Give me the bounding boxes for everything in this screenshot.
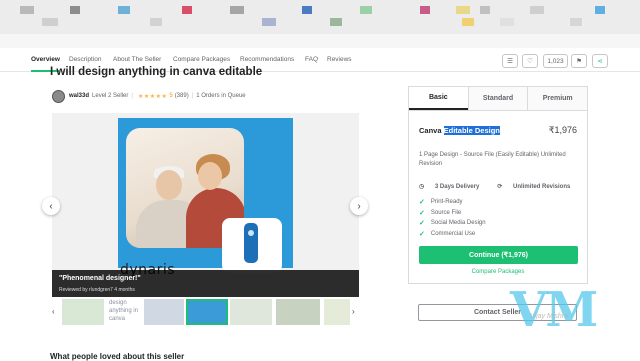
- avatar[interactable]: [52, 89, 65, 103]
- continue-button[interactable]: Continue (₹1,976): [419, 246, 578, 264]
- thumbs-next-icon[interactable]: ›: [352, 307, 355, 316]
- package-price: ₹1,976: [548, 125, 577, 135]
- check-icon: ✓: [419, 199, 425, 207]
- chevron-left-icon: ‹: [49, 200, 53, 212]
- like-count: 1,023: [543, 54, 568, 68]
- tab-basic[interactable]: Basic: [409, 87, 468, 110]
- list-item: ✓ Commercial Use: [419, 230, 476, 238]
- thumbnail[interactable]: [144, 299, 184, 325]
- feature-list: ✓ Print-Ready ✓ Source File ✓ Social Media …: [419, 197, 486, 239]
- gallery-slide-image: [118, 118, 293, 273]
- star-rating-icon: ★★★★★: [137, 93, 168, 100]
- gallery-thumbnails: ‹ design anything in canva ›: [52, 299, 359, 325]
- heart-icon: ♡: [527, 58, 533, 65]
- tab-about-seller[interactable]: About The Seller: [113, 56, 161, 63]
- thumbnail[interactable]: [324, 299, 350, 325]
- review-quote: "Phenomenal designer!": [59, 275, 141, 282]
- tab-recommendations[interactable]: Recommendations: [240, 56, 294, 63]
- watermark-logo: VM: [510, 282, 598, 338]
- tab-reviews[interactable]: Reviews: [327, 56, 352, 63]
- tab-compare-packages[interactable]: Compare Packages: [173, 56, 230, 63]
- seller-name[interactable]: wal33d: [69, 93, 89, 99]
- thumbnail[interactable]: [62, 299, 104, 325]
- tab-faq[interactable]: FAQ: [305, 56, 318, 63]
- review-byline: Reviewed by rlundgren7 4 months: [59, 287, 135, 293]
- blurred-strip: [0, 34, 640, 48]
- check-icon: ✓: [419, 230, 425, 238]
- package-name: Canva Editable Design: [419, 126, 500, 135]
- gallery-next-button[interactable]: ›: [350, 197, 368, 215]
- thumbnail[interactable]: [230, 299, 272, 325]
- gallery-prev-button[interactable]: ‹: [42, 197, 60, 215]
- refresh-icon: ⟳: [497, 184, 503, 190]
- flag-button[interactable]: ⚑: [571, 54, 587, 68]
- gig-title: I will design anything in canva editable: [50, 66, 263, 78]
- thumbnail-broken[interactable]: design anything in canva: [107, 299, 149, 325]
- share-icon: ⋖: [597, 58, 603, 65]
- blurred-header: [0, 0, 640, 34]
- thumbnail[interactable]: [276, 299, 320, 325]
- review-overlay: "Phenomenal designer!" Reviewed by rlund…: [52, 270, 359, 297]
- tab-overview[interactable]: Overview: [31, 56, 60, 63]
- package-panel: Basic Standard Premium Canva Editable De…: [408, 86, 588, 284]
- list-item: ✓ Print-Ready: [419, 199, 463, 207]
- thumbs-prev-icon[interactable]: ‹: [52, 307, 55, 316]
- device-image: [222, 218, 282, 273]
- seller-overview: wal33d Level 2 Seller | ★★★★★ 5 (389) | …: [52, 89, 246, 103]
- orders-in-queue: 1 Orders in Queue: [196, 93, 246, 99]
- like-button[interactable]: ♡: [522, 54, 538, 68]
- watermark-text: Vijay Mishra: [530, 313, 568, 320]
- check-icon: ✓: [419, 220, 425, 228]
- list-icon: ☰: [507, 58, 513, 65]
- rating-value: 5: [169, 93, 173, 99]
- list-item: ✓ Source File: [419, 209, 462, 217]
- selected-text-highlight: Editable Design: [443, 126, 500, 135]
- seller-level: Level 2 Seller: [92, 93, 129, 99]
- review-count[interactable]: (389): [175, 93, 189, 99]
- compare-packages-link[interactable]: Compare Packages: [409, 269, 587, 275]
- share-button[interactable]: ⋖: [592, 54, 608, 68]
- list-item: ✓ Social Media Design: [419, 220, 486, 228]
- tab-premium[interactable]: Premium: [527, 87, 588, 110]
- tab-description[interactable]: Description: [69, 56, 102, 63]
- tab-standard[interactable]: Standard: [467, 87, 528, 110]
- package-meta: ◷ 3 Days Delivery ⟳ Unlimited Revisions: [419, 183, 588, 190]
- revisions-info: ⟳ Unlimited Revisions: [497, 184, 571, 190]
- clock-icon: ◷: [419, 184, 425, 190]
- delivery-info: ◷ 3 Days Delivery: [419, 184, 480, 190]
- package-tabs: Basic Standard Premium: [409, 87, 588, 111]
- check-icon: ✓: [419, 209, 425, 217]
- menu-button[interactable]: ☰: [502, 54, 518, 68]
- gig-gallery: dynaris "Phenomenal designer!" Reviewed …: [52, 113, 359, 297]
- divider: |: [131, 93, 133, 99]
- divider: |: [191, 93, 194, 99]
- package-description: 1 Page Design - Source File (Easily Edit…: [419, 152, 566, 167]
- thumbnail-selected[interactable]: [186, 299, 228, 325]
- chevron-right-icon: ›: [357, 200, 361, 212]
- flag-icon: ⚑: [576, 58, 582, 65]
